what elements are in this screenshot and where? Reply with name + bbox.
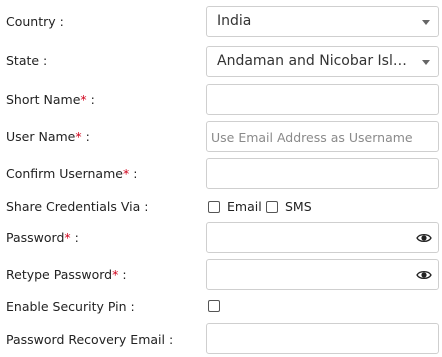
share-credentials-label: Share Credentials Via : (6, 199, 149, 214)
user-name-label: User Name* : (6, 129, 90, 144)
short-name-label-text: Short Name (6, 92, 81, 107)
short-name-input[interactable] (206, 84, 439, 115)
confirm-username-label: Confirm Username* : (6, 166, 137, 181)
retype-password-label: Retype Password* : (6, 267, 127, 282)
eye-icon[interactable] (416, 269, 432, 281)
user-name-input[interactable]: Use Email Address as Username (206, 121, 439, 152)
retype-password-input[interactable] (206, 259, 439, 290)
user-name-placeholder: Use Email Address as Username (211, 130, 413, 145)
enable-security-pin-checkbox[interactable] (208, 300, 220, 312)
confirm-username-label-text: Confirm Username (6, 166, 123, 181)
password-label: Password* : (6, 230, 79, 245)
label-suffix: : (81, 129, 90, 144)
password-recovery-email-input[interactable] (206, 323, 439, 354)
short-name-label: Short Name* : (6, 92, 95, 107)
eye-icon[interactable] (416, 232, 432, 244)
label-suffix: : (86, 92, 95, 107)
password-input[interactable] (206, 222, 439, 253)
enable-security-pin-label: Enable Security Pin : (6, 299, 135, 314)
user-name-label-text: User Name (6, 129, 76, 144)
share-via-sms-label: SMS (285, 199, 312, 214)
password-label-text: Password (6, 230, 65, 245)
share-via-sms-checkbox[interactable] (266, 201, 278, 213)
label-suffix: : (129, 166, 138, 181)
share-via-email-checkbox[interactable] (208, 201, 220, 213)
share-via-email-label: Email (227, 199, 262, 214)
chevron-down-icon (422, 60, 430, 65)
label-suffix: : (118, 267, 127, 282)
country-select[interactable]: India (206, 6, 439, 37)
state-select[interactable]: Andaman and Nicobar Isla... (206, 46, 439, 77)
chevron-down-icon (422, 20, 430, 25)
state-label: State : (6, 53, 48, 68)
retype-password-label-text: Retype Password (6, 267, 113, 282)
password-recovery-email-label: Password Recovery Email : (6, 332, 174, 347)
label-suffix: : (70, 230, 79, 245)
country-selected-value: India (217, 13, 252, 29)
state-selected-value: Andaman and Nicobar Isla... (217, 53, 413, 69)
confirm-username-input[interactable] (206, 158, 439, 189)
country-label: Country : (6, 14, 64, 29)
